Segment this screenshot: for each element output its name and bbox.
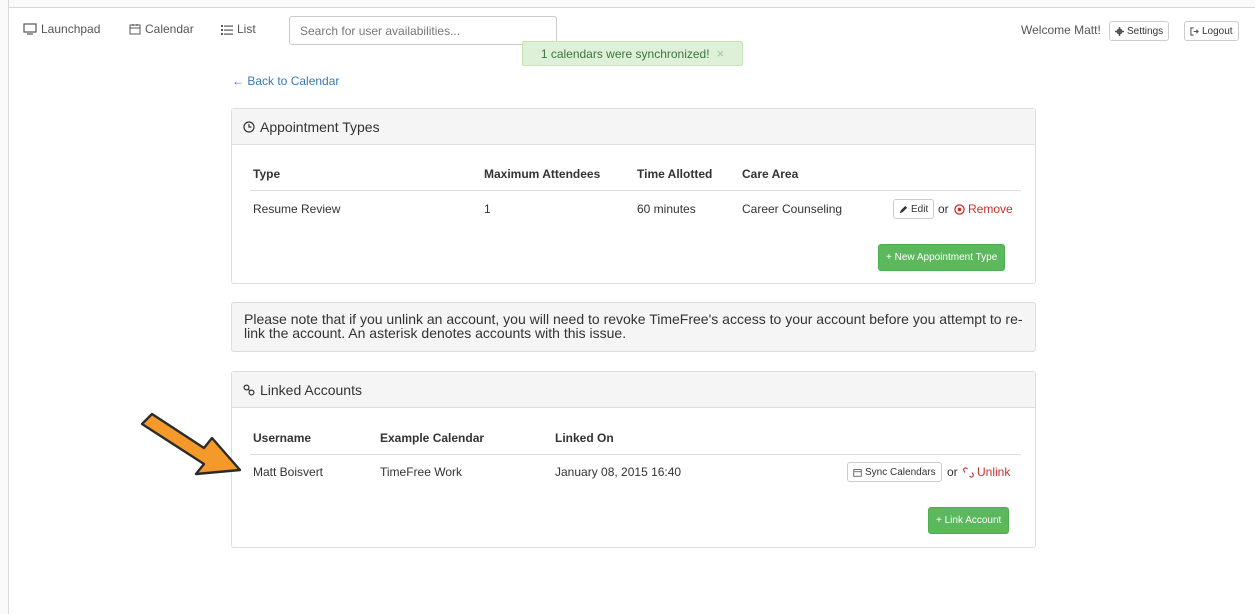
broken-link-icon: [963, 466, 974, 478]
settings-label: Settings: [1127, 25, 1164, 37]
cell-care-area: Career Counseling: [742, 202, 843, 216]
annotation-arrow-icon: [140, 412, 242, 476]
unlink-label: Unlink: [977, 465, 1011, 479]
appointment-types-title: Appointment Types: [260, 118, 380, 135]
welcome-text: Welcome Matt!: [1021, 23, 1101, 37]
nav-list-label: List: [237, 22, 256, 36]
new-appointment-type-button[interactable]: + New Appointment Type: [878, 244, 1006, 271]
linked-accounts-panel: Linked Accounts Username Example Calenda…: [231, 371, 1036, 548]
table-header-divider: [250, 454, 1021, 455]
logout-button[interactable]: Logout: [1184, 21, 1239, 41]
column-header-time-allotted: Time Allotted: [637, 167, 713, 181]
sync-success-alert: 1 calendars were synchronized! ×: [522, 41, 743, 66]
column-header-type: Type: [253, 167, 281, 181]
or-text: or: [947, 465, 958, 479]
edit-label: Edit: [911, 203, 929, 215]
back-to-calendar-link[interactable]: ← Back to Calendar: [232, 74, 339, 88]
cell-time-allotted: 60 minutes: [637, 202, 696, 216]
column-header-care-area: Care Area: [742, 167, 799, 181]
logout-label: Logout: [1202, 25, 1233, 37]
list-icon: [221, 24, 233, 35]
edit-button[interactable]: Edit: [893, 199, 935, 219]
unlink-warning-note: Please note that if you unlink an accoun…: [231, 302, 1036, 352]
window-frame-top: [0, 0, 1255, 8]
link-icon: [243, 383, 255, 396]
unlink-link[interactable]: Unlink: [963, 465, 1010, 479]
remove-link[interactable]: Remove: [954, 202, 1013, 216]
link-account-button[interactable]: + Link Account: [928, 507, 1010, 534]
cell-calendar: TimeFree Work: [380, 465, 463, 479]
table-header-divider: [250, 190, 1021, 191]
nav-launchpad-label: Launchpad: [41, 22, 101, 36]
clock-icon: [243, 120, 255, 133]
cell-type: Resume Review: [253, 202, 341, 216]
nav-calendar[interactable]: Calendar: [129, 22, 194, 36]
cell-max-attendees: 1: [484, 202, 491, 216]
logout-icon: [1190, 26, 1199, 36]
appointment-types-heading: Appointment Types: [232, 109, 1035, 145]
column-header-linked-on: Linked On: [555, 431, 614, 445]
nav-list[interactable]: List: [221, 22, 256, 36]
column-header-username: Username: [253, 431, 312, 445]
sync-calendars-label: Sync Calendars: [865, 466, 936, 478]
pencil-icon: [899, 205, 908, 213]
linked-accounts-heading: Linked Accounts: [232, 372, 1035, 408]
appointment-types-panel: Appointment Types Type Maximum Attendees…: [231, 108, 1036, 284]
remove-circle-icon: [954, 203, 965, 215]
column-header-max-attendees: Maximum Attendees: [484, 167, 601, 181]
window-frame-left: [0, 0, 9, 614]
alert-message: 1 calendars were synchronized!: [540, 46, 710, 61]
or-text: or: [938, 202, 949, 216]
search-input[interactable]: [289, 16, 557, 45]
monitor-icon: [23, 23, 37, 35]
close-icon[interactable]: ×: [717, 46, 725, 61]
column-header-example-calendar: Example Calendar: [380, 431, 485, 445]
calendar-icon: [129, 24, 141, 35]
calendar-icon: [853, 468, 862, 477]
cell-username: Matt Boisvert: [253, 465, 324, 479]
linked-accounts-title: Linked Accounts: [260, 381, 362, 398]
nav-calendar-label: Calendar: [145, 22, 194, 36]
gear-icon: [1115, 26, 1124, 36]
nav-launchpad[interactable]: Launchpad: [23, 22, 100, 36]
settings-button[interactable]: Settings: [1109, 21, 1170, 41]
sync-calendars-button[interactable]: Sync Calendars: [847, 462, 942, 482]
cell-linked-on: January 08, 2015 16:40: [555, 465, 682, 479]
remove-label: Remove: [968, 202, 1013, 216]
